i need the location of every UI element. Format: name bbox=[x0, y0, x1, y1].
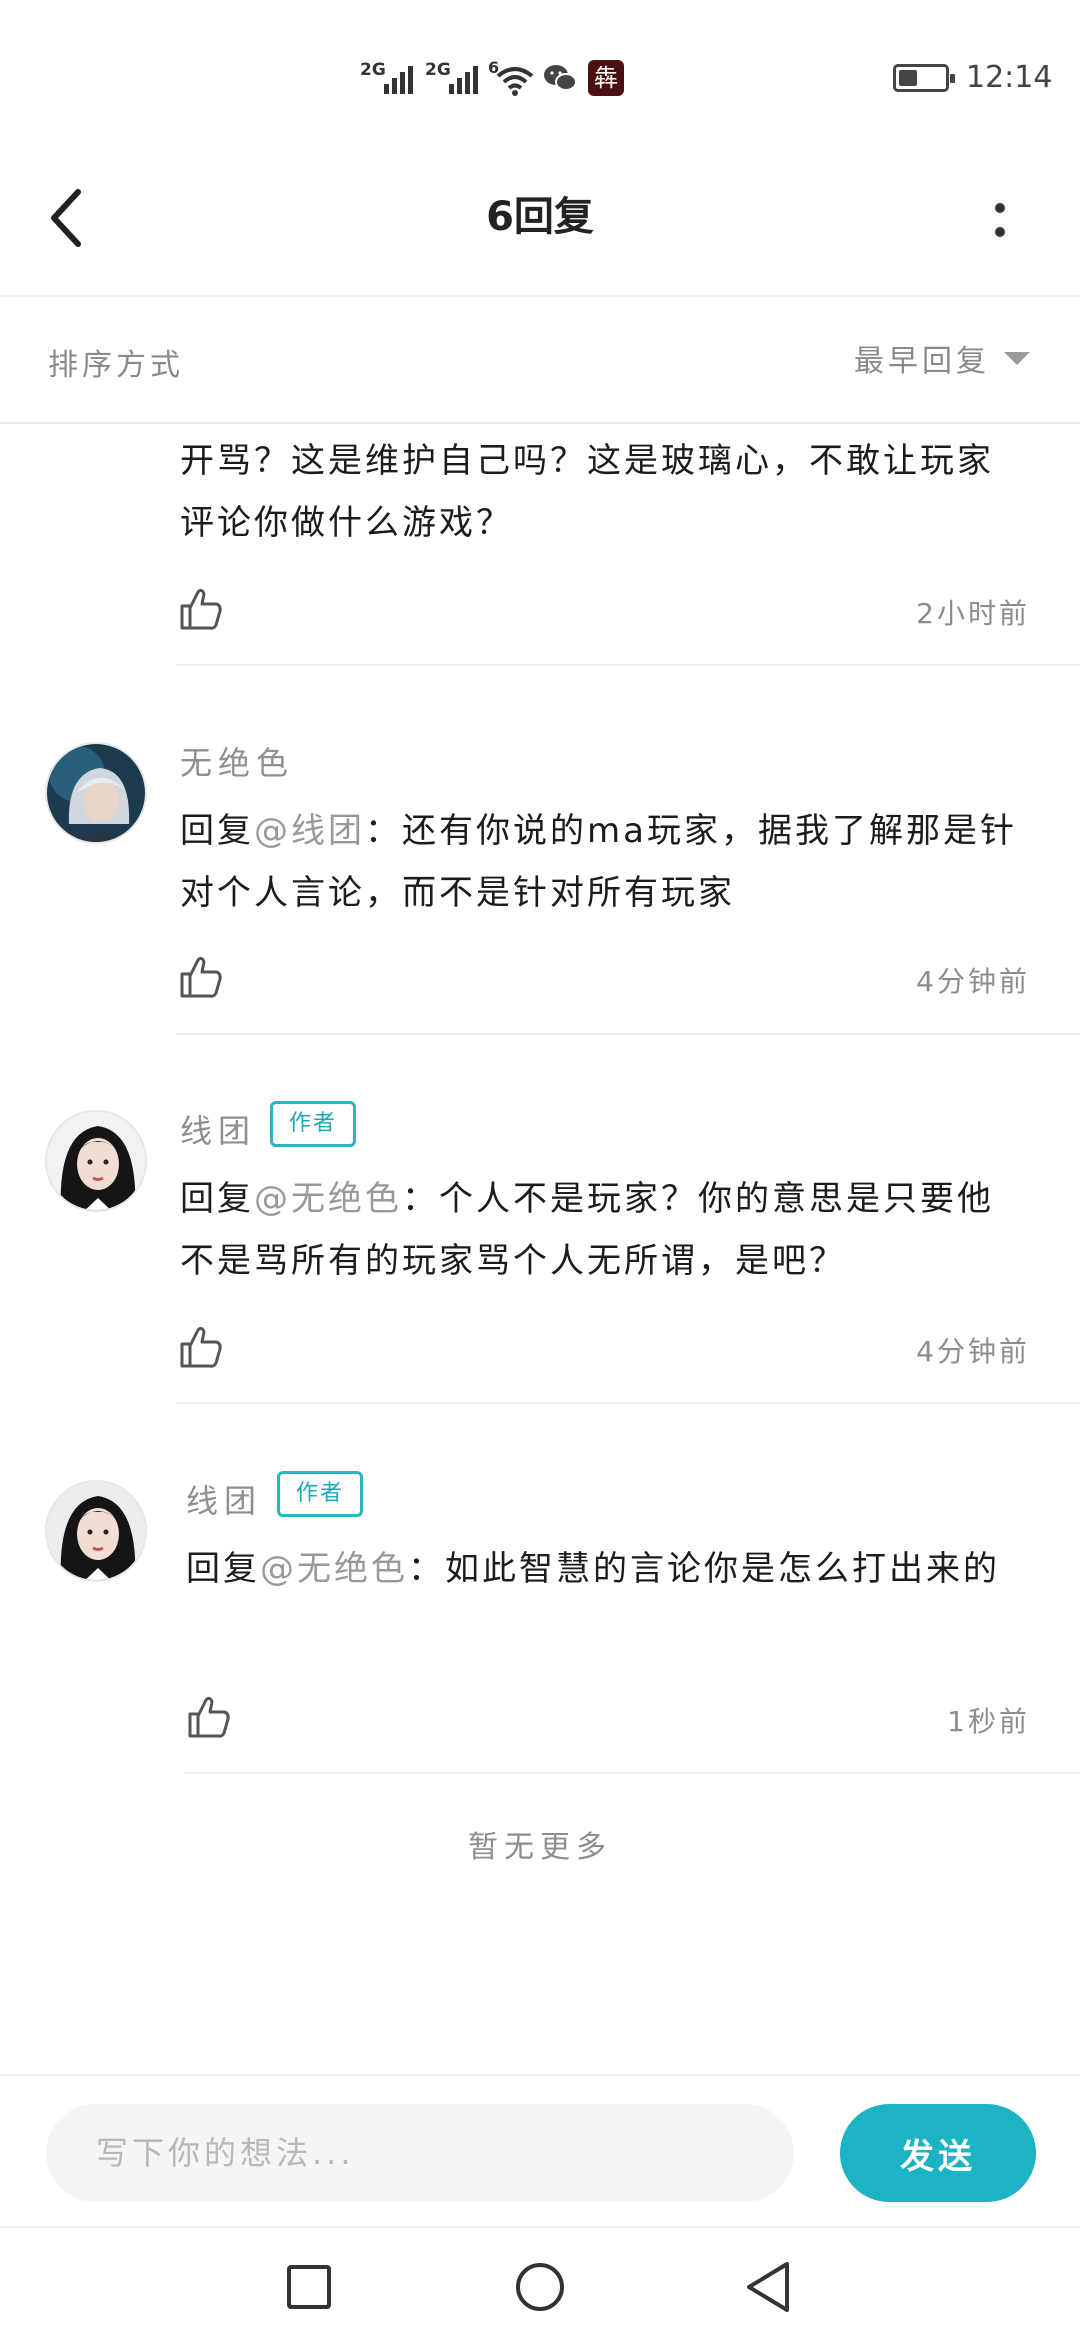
like-button[interactable] bbox=[184, 1692, 234, 1742]
signal-strength-icon-1: 2G bbox=[360, 58, 418, 98]
sort-label: 排序方式 bbox=[48, 348, 184, 383]
recent-apps-button[interactable] bbox=[274, 2252, 344, 2322]
like-button[interactable] bbox=[176, 584, 226, 634]
battery-level bbox=[899, 70, 917, 86]
divider bbox=[176, 1033, 1080, 1035]
app-notification-char: 犇 bbox=[594, 64, 618, 92]
mention-link[interactable]: @线团 bbox=[254, 811, 365, 851]
divider bbox=[176, 1402, 1080, 1404]
thumbs-up-icon bbox=[180, 588, 222, 630]
thumbs-up-icon bbox=[180, 1326, 222, 1368]
reply-prefix: 回复 bbox=[180, 811, 254, 851]
comment-composer: 发送 bbox=[0, 2074, 1080, 2226]
reply-author-name[interactable]: 线团 bbox=[180, 1106, 256, 1152]
wifi-icon: 6 bbox=[488, 58, 536, 98]
comment-input[interactable] bbox=[46, 2104, 794, 2202]
clock: 12:14 bbox=[966, 60, 1053, 95]
like-button[interactable] bbox=[176, 952, 226, 1002]
reply-time: 1秒前 bbox=[947, 1705, 1030, 1738]
network-type-label: 2G bbox=[425, 60, 451, 80]
caret-down-icon bbox=[1004, 351, 1030, 365]
system-nav-bar bbox=[0, 2226, 1080, 2342]
like-button[interactable] bbox=[176, 1322, 226, 1372]
avatar[interactable] bbox=[45, 1110, 147, 1212]
thumbs-up-icon bbox=[180, 956, 222, 998]
app-notification-icon: 犇 bbox=[588, 60, 624, 96]
more-options-button[interactable] bbox=[970, 180, 1030, 260]
app-header: 6回复 bbox=[0, 150, 1080, 297]
author-badge: 作者 bbox=[270, 1101, 356, 1147]
mention-link[interactable]: @无绝色 bbox=[254, 1179, 402, 1219]
divider bbox=[184, 1772, 1080, 1774]
reply-text[interactable]: 回复@无绝色：个人不是玩家？你的意思是只要他不是骂所有的玩家骂个人无所谓，是吧？ bbox=[180, 1168, 1030, 1292]
no-more-text: 暂无更多 bbox=[468, 1830, 612, 1865]
sort-dropdown[interactable]: 最早回复 bbox=[854, 332, 1030, 384]
divider bbox=[176, 664, 1080, 666]
page-title: 6回复 bbox=[486, 194, 594, 240]
system-back-button[interactable] bbox=[735, 2252, 805, 2322]
mention-link[interactable]: @无绝色 bbox=[260, 1549, 408, 1589]
reply-author-name[interactable]: 线团 bbox=[186, 1476, 262, 1522]
reply-text[interactable]: 开骂？这是维护自己吗？这是玻璃心，不敢让玩家评论你做什么游戏？ bbox=[180, 430, 1030, 554]
author-badge: 作者 bbox=[277, 1471, 363, 1517]
nav-square-icon bbox=[287, 2265, 331, 2309]
avatar[interactable] bbox=[45, 1480, 147, 1582]
reply-time: 2小时前 bbox=[916, 597, 1030, 630]
sort-bar: 排序方式 最早回复 bbox=[0, 296, 1080, 424]
thumbs-up-icon bbox=[188, 1696, 230, 1738]
more-vert-icon bbox=[995, 203, 1005, 237]
home-button[interactable] bbox=[505, 2252, 575, 2322]
status-bar: 2G 2G 6 犇 12:14 bbox=[0, 0, 1080, 150]
send-button[interactable]: 发送 bbox=[840, 2104, 1036, 2202]
reply-text[interactable]: 回复@无绝色：如此智慧的言论你是怎么打出来的 bbox=[186, 1538, 1036, 1600]
avatar[interactable] bbox=[45, 742, 147, 844]
reply-time: 4分钟前 bbox=[916, 965, 1030, 998]
battery-icon bbox=[893, 64, 955, 92]
reply-text[interactable]: 回复@线团：还有你说的ma玩家，据我了解那是针对个人言论，而不是针对所有玩家 bbox=[180, 800, 1030, 924]
sort-selected-value: 最早回复 bbox=[854, 344, 990, 379]
wechat-icon bbox=[542, 62, 578, 94]
reply-author-name[interactable]: 无绝色 bbox=[180, 738, 294, 784]
reply-content: ：如此智慧的言论你是怎么打出来的 bbox=[408, 1549, 1000, 1589]
signal-strength-icon-2: 2G bbox=[425, 58, 483, 98]
reply-time: 4分钟前 bbox=[916, 1335, 1030, 1368]
reply-prefix: 回复 bbox=[180, 1179, 254, 1219]
reply-prefix: 回复 bbox=[186, 1549, 260, 1589]
nav-circle-icon bbox=[516, 2263, 564, 2311]
network-type-label: 2G bbox=[360, 60, 386, 80]
nav-back-triangle-icon bbox=[747, 2262, 789, 2312]
